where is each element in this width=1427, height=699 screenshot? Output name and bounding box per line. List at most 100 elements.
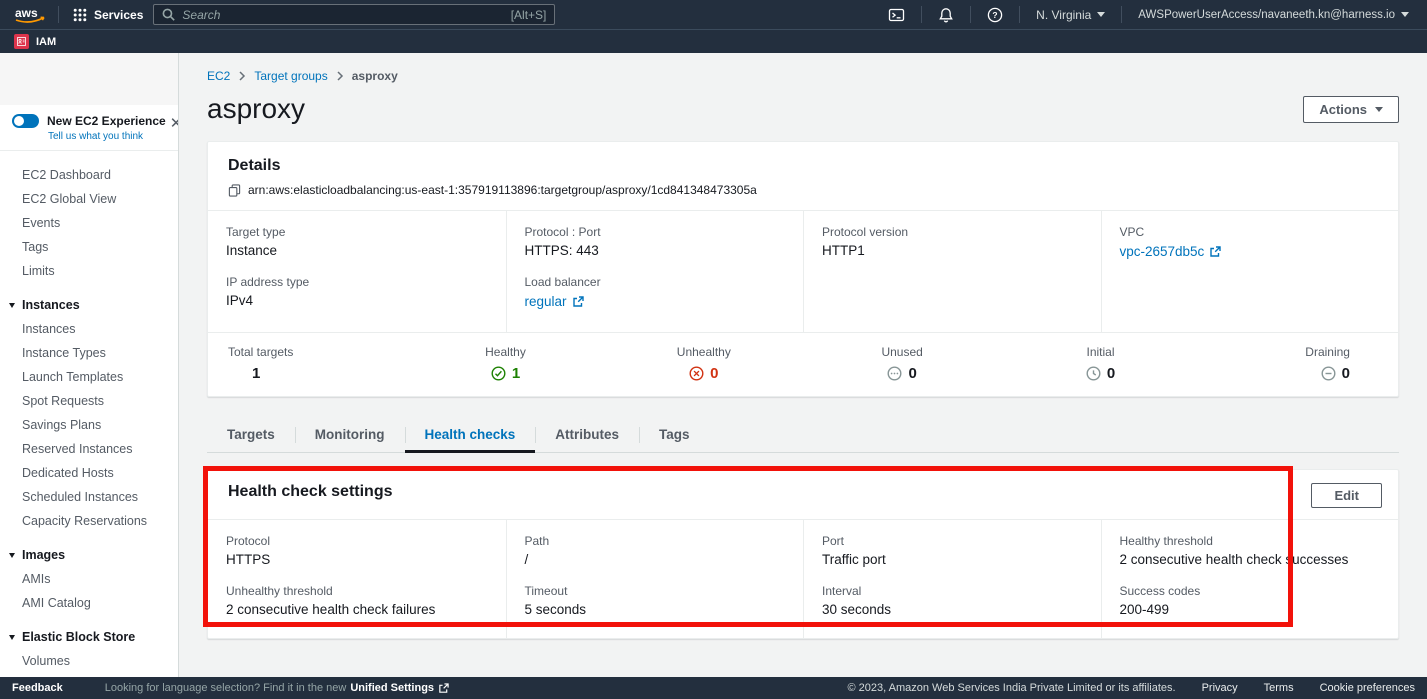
ec2-sidebar: New EC2 Experience Tell us what you thin… [0, 53, 179, 677]
field-label: IP address type [226, 275, 486, 289]
tab-health-checks[interactable]: Health checks [405, 419, 536, 452]
sidebar-item-events[interactable]: Events [0, 211, 178, 235]
field-label: Healthy threshold [1120, 534, 1379, 548]
protocol-version-value: HTTP1 [822, 243, 1081, 258]
health-check-section: Health check settings Edit Protocol HTTP… [207, 469, 1399, 639]
copy-arn-button[interactable] [228, 184, 241, 197]
hc-interval-value: 30 seconds [822, 602, 1081, 617]
divider [58, 6, 59, 23]
global-search[interactable]: [Alt+S] [153, 4, 555, 25]
stat-unhealthy: Unhealthy 0 [605, 333, 803, 396]
minus-circle-icon [1321, 366, 1336, 381]
chevron-down-icon [1097, 12, 1105, 17]
tab-targets[interactable]: Targets [207, 419, 295, 452]
favorites-bar: IAM [0, 29, 1427, 53]
sidebar-item-dedicated-hosts[interactable]: Dedicated Hosts [0, 461, 178, 485]
breadcrumb-ec2[interactable]: EC2 [207, 69, 230, 83]
new-experience-title: New EC2 Experience [47, 114, 166, 128]
divider [921, 6, 922, 23]
sidebar-item-capacity-reservations[interactable]: Capacity Reservations [0, 509, 178, 533]
help-question-icon: ? [987, 7, 1003, 23]
check-circle-icon [491, 366, 506, 381]
hc-timeout-value: 5 seconds [525, 602, 784, 617]
sidebar-item-ec2-global-view[interactable]: EC2 Global View [0, 187, 178, 211]
vpc-link[interactable]: vpc-2657db5c [1120, 244, 1222, 259]
search-icon [162, 8, 175, 21]
account-label: AWSPowerUserAccess/navaneeth.kn@harness.… [1138, 9, 1395, 21]
page-header: asproxy Actions [207, 93, 1399, 125]
sidebar-item-scheduled-instances[interactable]: Scheduled Instances [0, 485, 178, 509]
sidebar-item-limits[interactable]: Limits [0, 259, 178, 283]
unified-settings-link[interactable]: Unified Settings [350, 682, 449, 694]
healthy-count: 1 [512, 365, 520, 382]
cloudshell-button[interactable] [882, 7, 911, 23]
region-selector[interactable]: N. Virginia [1030, 8, 1111, 22]
actions-button[interactable]: Actions [1303, 96, 1399, 123]
caret-down-icon [9, 553, 15, 558]
new-experience-toggle[interactable] [12, 114, 39, 128]
cookie-preferences-link[interactable]: Cookie preferences [1320, 682, 1415, 694]
stat-initial: Initial 0 [1001, 333, 1199, 396]
targets-summary: Total targets 1 Healthy 1 Unhealthy [208, 332, 1398, 396]
sidebar-item-instances[interactable]: Instances [0, 317, 178, 341]
sidebar-item-volumes[interactable]: Volumes [0, 649, 178, 673]
breadcrumb-target-groups[interactable]: Target groups [254, 69, 327, 83]
sidebar-item-ec2-dashboard[interactable]: EC2 Dashboard [0, 163, 178, 187]
aws-logo-icon: aws [12, 4, 48, 26]
details-card: Details arn:aws:elasticloadbalancing:us-… [207, 141, 1399, 397]
divider [1019, 6, 1020, 23]
iam-service-icon [14, 34, 29, 49]
breadcrumb: EC2 Target groups asproxy [207, 53, 1399, 83]
privacy-link[interactable]: Privacy [1202, 682, 1238, 694]
tab-bar: Targets Monitoring Health checks Attribu… [207, 419, 1399, 453]
stat-unused: Unused 0 [803, 333, 1001, 396]
terms-link[interactable]: Terms [1264, 682, 1294, 694]
tab-monitoring[interactable]: Monitoring [295, 419, 405, 452]
help-button[interactable]: ? [981, 7, 1009, 23]
new-experience-box: New EC2 Experience Tell us what you thin… [0, 105, 178, 151]
sidebar-section-instances[interactable]: Instances [0, 293, 178, 317]
sidebar-item-launch-templates[interactable]: Launch Templates [0, 365, 178, 389]
services-menu-button[interactable]: Services [69, 8, 147, 22]
sidebar-item-instance-types[interactable]: Instance Types [0, 341, 178, 365]
account-menu[interactable]: AWSPowerUserAccess/navaneeth.kn@harness.… [1132, 9, 1415, 21]
health-check-heading: Health check settings [228, 483, 393, 501]
close-icon[interactable]: ✕ [166, 114, 179, 131]
sidebar-item-amis[interactable]: AMIs [0, 567, 178, 591]
sidebar-section-images[interactable]: Images [0, 543, 178, 567]
field-label: Unhealthy threshold [226, 584, 486, 598]
health-check-card: Health check settings Edit Protocol HTTP… [207, 469, 1399, 639]
aws-logo[interactable]: aws [12, 4, 48, 26]
hc-protocol-value: HTTPS [226, 552, 486, 567]
divider [1121, 6, 1122, 23]
sidebar-item-spot-requests[interactable]: Spot Requests [0, 389, 178, 413]
field-label: Load balancer [525, 275, 784, 289]
tab-tags[interactable]: Tags [639, 419, 710, 452]
field-label: Port [822, 534, 1081, 548]
sidebar-item-savings-plans[interactable]: Savings Plans [0, 413, 178, 437]
edit-button[interactable]: Edit [1311, 483, 1382, 508]
sidebar-nav-list: EC2 Dashboard EC2 Global View Events Tag… [0, 151, 178, 677]
tell-us-link[interactable]: Tell us what you think [48, 131, 166, 142]
footer-right: © 2023, Amazon Web Services India Privat… [848, 682, 1415, 694]
sidebar-item-reserved-instances[interactable]: Reserved Instances [0, 437, 178, 461]
tab-attributes[interactable]: Attributes [535, 419, 639, 452]
draining-count: 0 [1342, 365, 1350, 382]
sidebar-item-ami-catalog[interactable]: AMI Catalog [0, 591, 178, 615]
main-panel: EC2 Target groups asproxy asproxy Action… [179, 53, 1427, 677]
copyright-text: © 2023, Amazon Web Services India Privat… [848, 682, 1176, 694]
region-label: N. Virginia [1036, 8, 1091, 22]
hc-path-value: / [525, 552, 784, 567]
unused-count: 0 [908, 365, 916, 382]
feedback-button[interactable]: Feedback [12, 682, 63, 694]
sidebar-item-tags[interactable]: Tags [0, 235, 178, 259]
sidebar-section-elastic-block-store[interactable]: Elastic Block Store [0, 625, 178, 649]
details-grid: Target type Instance IP address type IPv… [208, 210, 1398, 332]
notifications-button[interactable] [932, 7, 960, 23]
iam-favorite-link[interactable]: IAM [36, 36, 56, 48]
field-label: Protocol : Port [525, 225, 784, 239]
field-label: Protocol [226, 534, 486, 548]
page-title: asproxy [207, 93, 305, 125]
search-input[interactable] [182, 8, 503, 22]
load-balancer-link[interactable]: regular [525, 294, 584, 309]
